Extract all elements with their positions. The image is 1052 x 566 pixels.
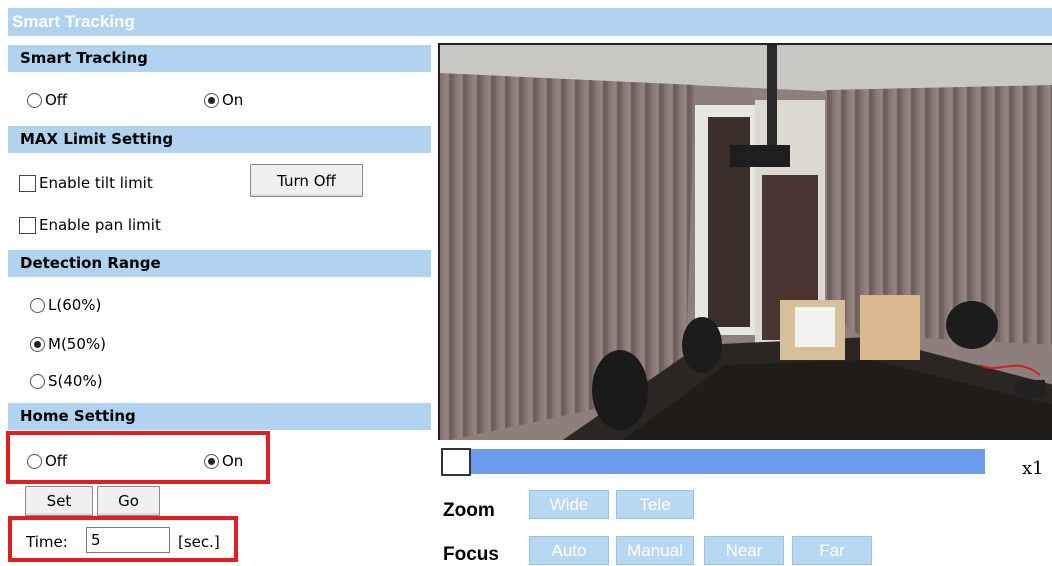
time-unit-label: [sec.] <box>178 533 220 551</box>
focus-label: Focus <box>443 544 499 565</box>
zoom-slider-track[interactable] <box>471 449 985 474</box>
home-on-radio[interactable]: On <box>204 452 243 470</box>
time-label: Time: <box>26 533 68 551</box>
home-off-label: Off <box>45 452 68 470</box>
zoom-wide-button[interactable]: Wide <box>529 490 609 519</box>
checkbox-icon <box>19 216 36 234</box>
checkbox-icon <box>19 174 36 192</box>
home-on-label: On <box>222 452 244 470</box>
radio-icon <box>27 453 42 469</box>
go-button[interactable]: Go <box>97 486 160 516</box>
smart-tracking-off-label: Off <box>45 91 68 109</box>
radio-icon <box>30 373 45 389</box>
radio-on-icon <box>204 92 219 108</box>
time-input[interactable] <box>86 527 170 553</box>
detection-range-s-label: S(40%) <box>48 372 103 390</box>
panel-title: Smart Tracking <box>8 8 1052 36</box>
camera-scene-image <box>440 45 1052 440</box>
home-off-radio[interactable]: Off <box>27 452 67 470</box>
home-setting-header: Home Setting <box>8 403 431 430</box>
zoom-level-readout: x1 <box>1022 458 1044 479</box>
detection-range-m-radio[interactable]: M(50%) <box>30 335 106 353</box>
detection-range-l-label: L(60%) <box>48 296 102 314</box>
enable-tilt-limit-checkbox[interactable]: Enable tilt limit <box>19 174 153 192</box>
focus-auto-button[interactable]: Auto <box>529 536 609 565</box>
detection-range-header: Detection Range <box>8 250 431 277</box>
detection-range-s-radio[interactable]: S(40%) <box>30 372 103 390</box>
enable-pan-limit-checkbox[interactable]: Enable pan limit <box>19 216 161 234</box>
max-limit-header: MAX Limit Setting <box>8 126 431 153</box>
detection-range-m-label: M(50%) <box>48 335 106 353</box>
smart-tracking-off-radio[interactable]: Off <box>27 91 67 109</box>
smart-tracking-on-radio[interactable]: On <box>204 91 243 109</box>
radio-icon <box>30 336 45 352</box>
enable-pan-limit-label: Enable pan limit <box>39 216 161 234</box>
zoom-slider-handle[interactable] <box>441 448 471 476</box>
detection-range-l-radio[interactable]: L(60%) <box>30 296 101 314</box>
zoom-label: Zoom <box>443 500 495 521</box>
focus-manual-button[interactable]: Manual <box>616 536 694 565</box>
turn-off-button[interactable]: Turn Off <box>250 164 363 197</box>
focus-far-button[interactable]: Far <box>792 536 872 565</box>
camera-live-view[interactable] <box>438 43 1052 440</box>
radio-icon <box>204 453 219 469</box>
radio-icon <box>30 297 45 313</box>
smart-tracking-header: Smart Tracking <box>8 45 431 72</box>
zoom-tele-button[interactable]: Tele <box>616 490 694 519</box>
enable-tilt-limit-label: Enable tilt limit <box>39 174 153 192</box>
set-button[interactable]: Set <box>25 486 93 516</box>
radio-off-icon <box>27 92 42 108</box>
smart-tracking-on-label: On <box>222 91 244 109</box>
focus-near-button[interactable]: Near <box>704 536 784 565</box>
